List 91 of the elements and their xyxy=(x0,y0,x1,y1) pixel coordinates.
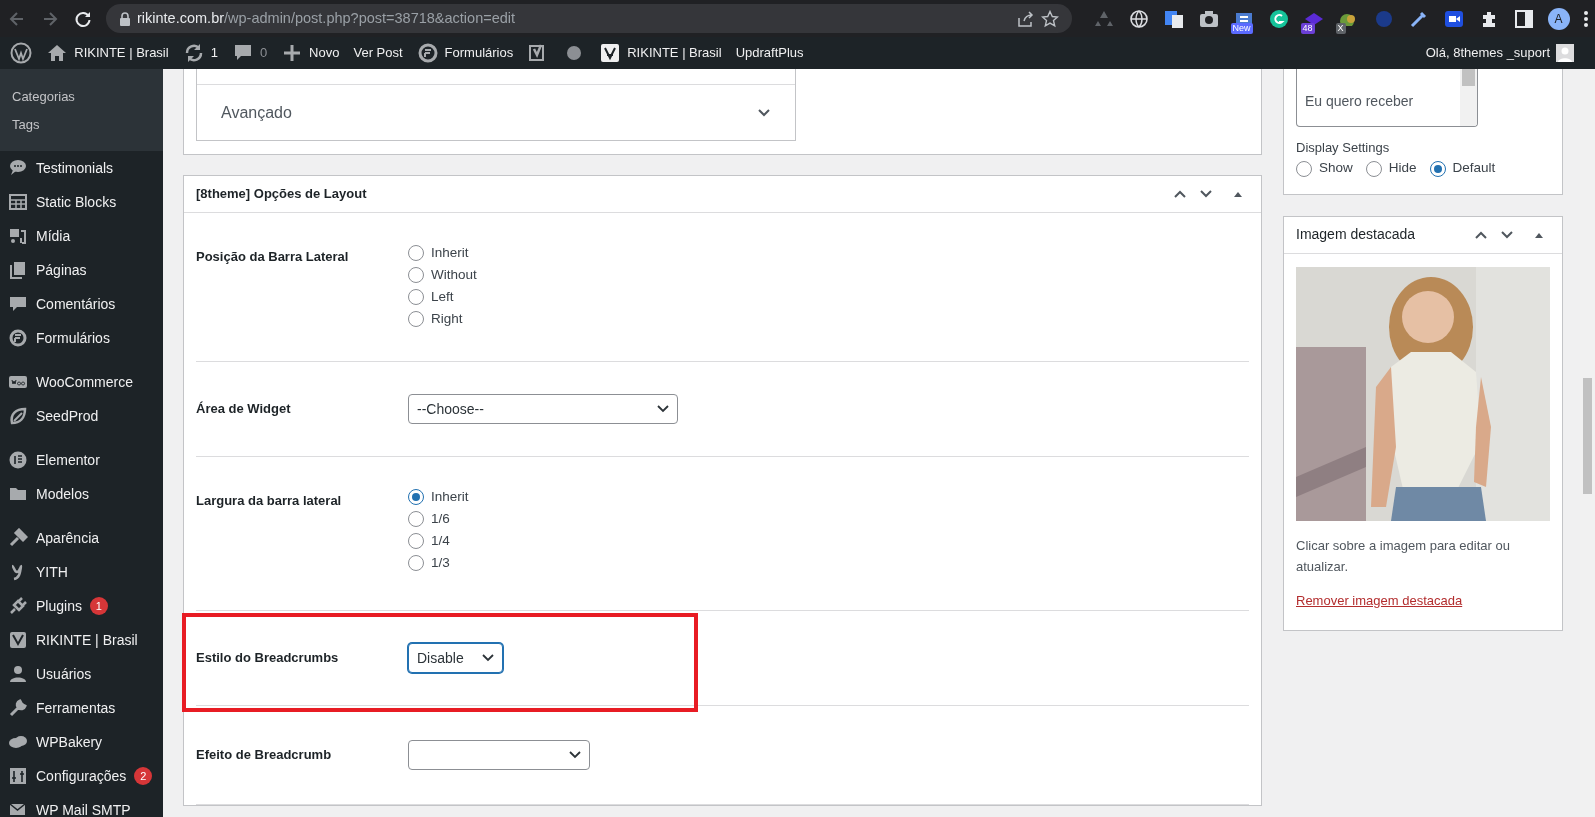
sidebar-item[interactable]: Comentários xyxy=(0,287,163,321)
sidebar-item[interactable]: RIKINTE | Brasil xyxy=(0,623,163,657)
field-label: Área de Widget xyxy=(196,401,291,417)
sidebar-item[interactable]: SeedProd xyxy=(0,399,163,433)
extension-badge: 48 xyxy=(1300,22,1315,34)
admin-bar-link[interactable]: Ver Post xyxy=(346,37,410,69)
sidebar-item[interactable]: WP Mail SMTP xyxy=(0,793,163,817)
submenu-item[interactable]: Tags xyxy=(0,111,163,139)
display-settings-label: Display Settings xyxy=(1296,139,1391,157)
avatar-icon xyxy=(1556,44,1574,62)
radio-option[interactable]: Default xyxy=(1429,157,1496,180)
extension-badge: X xyxy=(1335,22,1346,34)
sidebar-item[interactable]: Ferramentas xyxy=(0,691,163,725)
grid-icon xyxy=(8,192,28,212)
forms-icon xyxy=(8,328,28,348)
sidebar-item[interactable]: Mídia xyxy=(0,219,163,253)
hint-text: Clicar sobre a imagem para editar ou atualizar. xyxy=(1296,536,1511,576)
sidebar-item[interactable]: Elementor xyxy=(0,443,163,477)
pages-icon xyxy=(8,260,28,280)
sidebar-item[interactable]: Modelos xyxy=(0,477,163,511)
lock-icon xyxy=(118,11,131,26)
select-field[interactable] xyxy=(408,740,590,770)
star-icon[interactable] xyxy=(1040,9,1059,28)
sliders-icon xyxy=(8,766,28,786)
account-menu[interactable]: Olá, 8themes _suport xyxy=(1418,37,1581,69)
panel-title: [8theme] Opções de Layout xyxy=(196,185,367,204)
sidebar-item[interactable]: Configurações 2 xyxy=(0,759,163,793)
extension-badge: New xyxy=(1230,22,1253,34)
radio-option[interactable]: Right xyxy=(408,308,477,330)
plug-icon xyxy=(8,596,28,616)
submenu-item[interactable]: Categorias xyxy=(0,83,163,111)
forms-icon xyxy=(416,42,439,64)
panel-title: Imagem destacada xyxy=(1296,225,1416,244)
field-label: Largura da barra lateral xyxy=(196,493,342,508)
field-label: Posição da Barra Lateral xyxy=(196,249,349,264)
radio-option[interactable]: Inherit xyxy=(408,242,477,264)
admin-bar-link[interactable]: 0 xyxy=(224,37,275,69)
share-icon[interactable] xyxy=(1016,9,1034,28)
remove-image-link[interactable]: Remover imagem destacada xyxy=(1296,592,1463,608)
radio-option[interactable]: 1/4 xyxy=(408,530,469,552)
sidebar-item[interactable]: WPBakery xyxy=(0,725,163,759)
radio-option[interactable]: Inherit xyxy=(408,486,469,508)
sidebar-item[interactable]: Testimonials xyxy=(0,151,163,185)
comment-icon xyxy=(8,294,28,314)
count-badge: 2 xyxy=(134,767,153,785)
sidebar-item[interactable]: WooCommerce xyxy=(0,365,163,399)
admin-bar-link[interactable]: Formulários xyxy=(409,37,521,69)
field-label: Efeito de Breadcrumb xyxy=(196,747,332,763)
circle-icon[interactable] xyxy=(1267,7,1290,30)
menu-icon[interactable] xyxy=(1582,8,1589,29)
sidebar-item[interactable]: Formulários xyxy=(0,321,163,355)
radio-option[interactable]: Left xyxy=(408,286,477,308)
radio-option[interactable]: Hide xyxy=(1365,157,1417,180)
globe-icon[interactable] xyxy=(1127,7,1150,30)
admin-bar-link[interactable]: RIKINTE | Brasil xyxy=(592,37,729,69)
radio-option[interactable]: 1/6 xyxy=(408,508,469,530)
admin-bar-link[interactable]: 1 xyxy=(175,37,225,69)
url-text: rikinte.com.br/wp-admin/post.php?post=38718&action=edit xyxy=(137,8,517,28)
brush-icon xyxy=(8,528,28,548)
wrench-icon xyxy=(8,698,28,718)
sidebar-item[interactable]: Usuários xyxy=(0,657,163,691)
sidebar-item[interactable]: YITH xyxy=(0,555,163,589)
field-label: Estilo do Breadcrumbs xyxy=(196,650,339,666)
sidebar-item[interactable]: Aparência xyxy=(0,521,163,555)
user-icon xyxy=(8,664,28,684)
select-field[interactable]: --Choose-- xyxy=(408,394,678,424)
count-badge: 1 xyxy=(89,597,108,615)
sidebar-icon[interactable] xyxy=(1512,7,1535,30)
radio-option[interactable]: Show xyxy=(1296,157,1353,180)
radio-option[interactable]: Without xyxy=(408,264,477,286)
caret-icon xyxy=(482,654,494,662)
admin-bar-link[interactable]: RIKINTE | Brasil xyxy=(39,37,176,69)
leaf-icon xyxy=(8,406,28,426)
wordpress-logo-icon[interactable] xyxy=(10,42,33,64)
sidebar-item[interactable]: Static Blocks xyxy=(0,185,163,219)
sidebar-item[interactable]: Páginas xyxy=(0,253,163,287)
radio-option[interactable]: 1/3 xyxy=(408,552,469,574)
message-field[interactable]: Eu quero receber xyxy=(1296,69,1478,127)
admin-bar-link[interactable]: Novo xyxy=(274,37,347,69)
brand-logo-icon xyxy=(8,630,28,650)
brand-logo-icon xyxy=(599,42,622,64)
sidebar-item[interactable]: Plugins 1 xyxy=(0,589,163,623)
media-icon xyxy=(8,226,28,246)
caret-icon xyxy=(569,751,581,759)
select-field[interactable]: Disable xyxy=(408,643,503,673)
speech-bubble-icon xyxy=(8,158,28,178)
elementor-icon xyxy=(8,450,28,470)
profile-avatar[interactable]: A xyxy=(1547,7,1570,30)
admin-bar-link[interactable]: UpdraftPlus xyxy=(728,37,811,69)
address-bar[interactable]: rikinte.com.br/wp-admin/post.php?post=38718&action=edit xyxy=(105,4,1072,33)
caret-icon xyxy=(657,405,669,413)
